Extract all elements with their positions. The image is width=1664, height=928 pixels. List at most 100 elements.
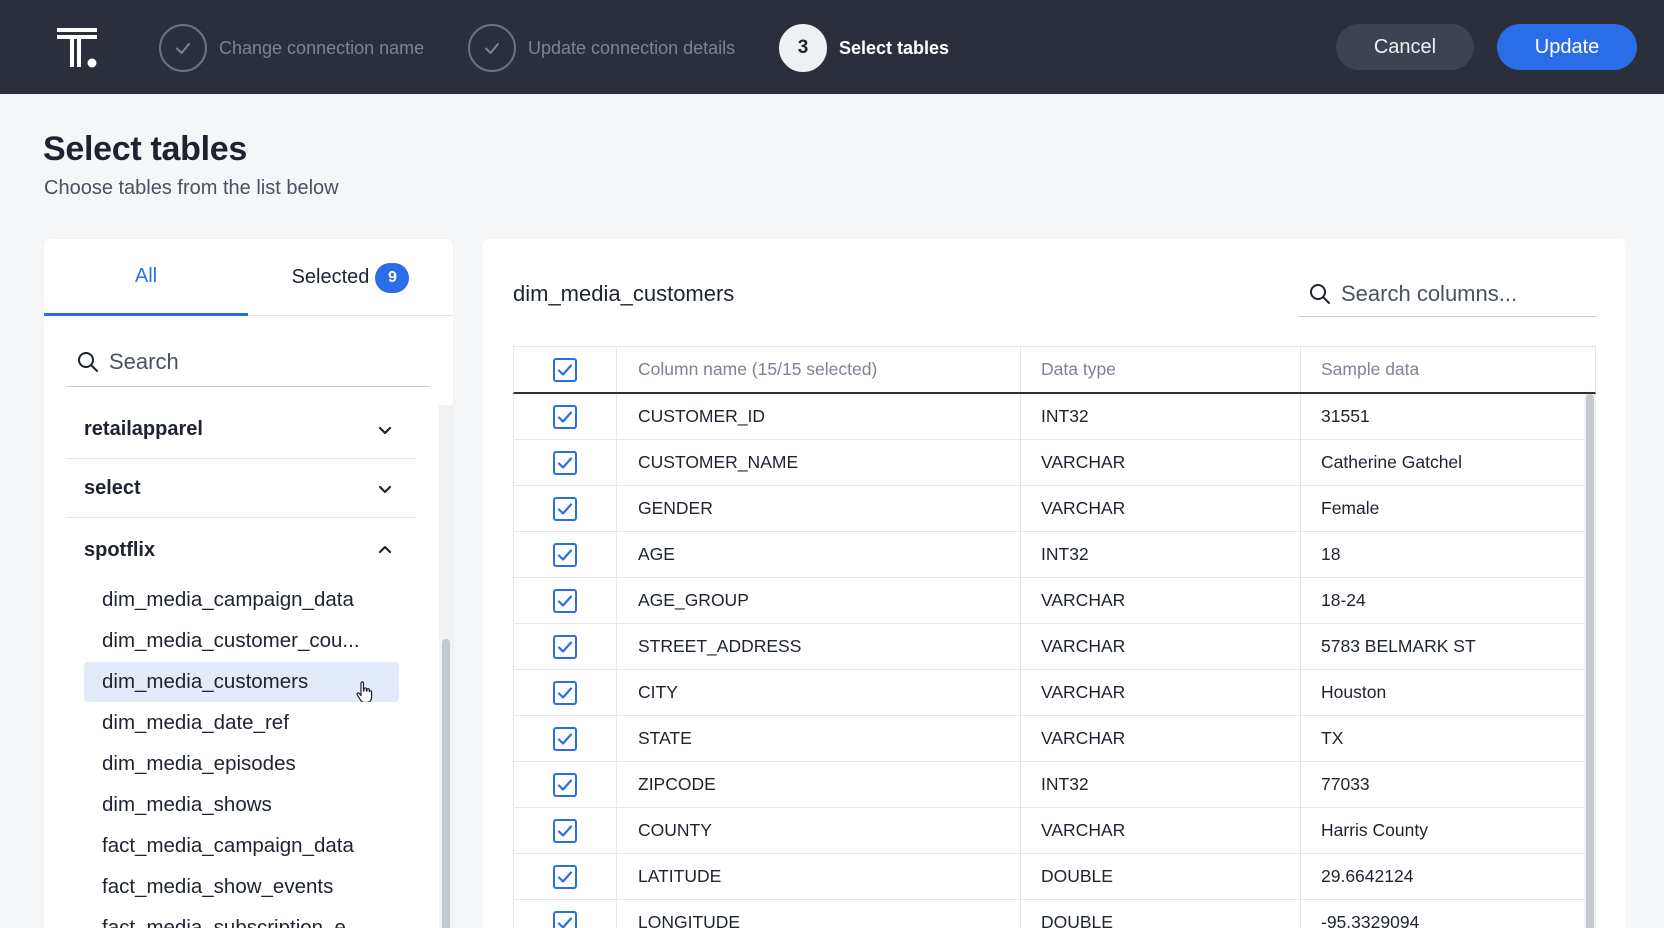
table-row[interactable]: CITY VARCHAR Houston bbox=[513, 670, 1596, 716]
checkmark-icon bbox=[557, 916, 573, 928]
column-name-cell: CITY bbox=[617, 670, 1021, 715]
sample-data-cell: 77033 bbox=[1321, 774, 1370, 794]
table-item[interactable]: dim_media_campaign_data bbox=[84, 580, 399, 620]
checkmark-icon bbox=[557, 410, 573, 423]
table-item[interactable]: dim_media_date_ref bbox=[84, 703, 399, 743]
sample-data-cell: 18-24 bbox=[1321, 590, 1366, 610]
table-search-input[interactable] bbox=[109, 348, 429, 375]
column-name-cell: LONGITUDE bbox=[617, 900, 1021, 928]
row-checkbox-cell bbox=[514, 532, 617, 577]
step-2: Update connection details bbox=[468, 24, 735, 72]
schema-group-spotflix[interactable]: spotflix bbox=[66, 521, 416, 579]
step-1-label: Change connection name bbox=[219, 37, 425, 58]
tab-all[interactable]: All bbox=[44, 239, 248, 316]
table-row[interactable]: LONGITUDE DOUBLE -95.3329094 bbox=[513, 900, 1596, 928]
selected-count-badge: 9 bbox=[375, 262, 410, 293]
chevron-down-icon bbox=[378, 485, 392, 493]
table-row[interactable]: LATITUDE DOUBLE 29.6642124 bbox=[513, 854, 1596, 900]
row-checkbox[interactable] bbox=[553, 910, 577, 928]
row-checkbox-cell bbox=[514, 762, 617, 807]
schema-group-label: select bbox=[84, 477, 141, 499]
hand-cursor-icon bbox=[356, 681, 373, 702]
table-item[interactable]: dim_media_episodes bbox=[84, 744, 399, 784]
column-name-cell: CUSTOMER_ID bbox=[617, 394, 1021, 439]
row-checkbox[interactable] bbox=[553, 404, 577, 429]
schema-tree: retailapparel select spotflix dim_media_… bbox=[44, 405, 439, 928]
search-icon bbox=[78, 351, 98, 372]
table-list-scroll-thumb[interactable] bbox=[442, 639, 450, 928]
table-row[interactable]: AGE INT32 18 bbox=[513, 532, 1596, 578]
columns-scroll-thumb[interactable] bbox=[1586, 394, 1594, 928]
table-row[interactable]: GENDER VARCHAR Female bbox=[513, 486, 1596, 532]
row-checkbox[interactable] bbox=[553, 772, 577, 797]
data-type-cell: VARCHAR bbox=[1021, 716, 1301, 761]
table-row[interactable]: STATE VARCHAR TX bbox=[513, 716, 1596, 762]
row-checkbox-cell bbox=[514, 900, 617, 928]
table-item-label: dim_media_customers bbox=[102, 670, 309, 693]
thoughtspot-logo-icon bbox=[57, 28, 97, 68]
data-type-cell: VARCHAR bbox=[1021, 440, 1301, 485]
schema-group-retailapparel[interactable]: retailapparel bbox=[66, 405, 416, 459]
row-checkbox-cell bbox=[514, 624, 617, 669]
header-column-name: Column name (15/15 selected) bbox=[617, 347, 1021, 392]
page-title: Select tables bbox=[43, 130, 247, 168]
select-all-checkbox[interactable] bbox=[553, 357, 577, 382]
table-item[interactable]: fact_media_show_events bbox=[84, 867, 399, 907]
column-search-input[interactable] bbox=[1341, 280, 1591, 307]
header-data-type: Data type bbox=[1021, 347, 1301, 392]
sample-data-cell: Houston bbox=[1321, 682, 1387, 702]
column-search bbox=[1299, 271, 1596, 317]
table-item[interactable]: dim_media_customer_cou... bbox=[84, 621, 399, 661]
row-checkbox[interactable] bbox=[553, 634, 577, 659]
step-1-check-icon bbox=[159, 24, 207, 72]
row-checkbox[interactable] bbox=[553, 542, 577, 567]
data-type-cell: VARCHAR bbox=[1021, 670, 1301, 715]
update-button[interactable]: Update bbox=[1497, 24, 1637, 70]
data-type-cell: VARCHAR bbox=[1021, 486, 1301, 531]
column-name-cell: ZIPCODE bbox=[617, 762, 1021, 807]
sample-data-cell: 18 bbox=[1321, 544, 1341, 564]
checkmark-icon bbox=[557, 824, 573, 837]
table-row[interactable]: AGE_GROUP VARCHAR 18-24 bbox=[513, 578, 1596, 624]
row-checkbox[interactable] bbox=[553, 726, 577, 751]
sample-data-cell: TX bbox=[1321, 728, 1344, 748]
table-item-active[interactable]: dim_media_customers bbox=[84, 662, 399, 702]
data-type-cell: VARCHAR bbox=[1021, 808, 1301, 853]
row-checkbox[interactable] bbox=[553, 496, 577, 521]
page-subtitle: Choose tables from the list below bbox=[44, 177, 339, 199]
schema-group-select[interactable]: select bbox=[66, 460, 416, 518]
select-all-cell bbox=[514, 347, 617, 392]
row-checkbox-cell bbox=[514, 394, 617, 439]
table-row[interactable]: ZIPCODE INT32 77033 bbox=[513, 762, 1596, 808]
step-1: Change connection name bbox=[159, 24, 424, 72]
table-item[interactable]: dim_media_shows bbox=[84, 785, 399, 825]
table-row[interactable]: STREET_ADDRESS VARCHAR 5783 BELMARK ST bbox=[513, 624, 1596, 670]
tab-selected-label: Selected bbox=[291, 266, 370, 288]
sample-data-cell: 5783 BELMARK ST bbox=[1321, 636, 1476, 656]
table-row[interactable]: COUNTY VARCHAR Harris County bbox=[513, 808, 1596, 854]
table-list-panel: All Selected 9 retailapparel select spot… bbox=[44, 239, 453, 928]
row-checkbox-cell bbox=[514, 670, 617, 715]
row-checkbox[interactable] bbox=[553, 864, 577, 889]
data-type-cell: INT32 bbox=[1021, 394, 1301, 439]
column-name-cell: GENDER bbox=[617, 486, 1021, 531]
row-checkbox[interactable] bbox=[553, 450, 577, 475]
row-checkbox[interactable] bbox=[553, 818, 577, 843]
data-type-cell: VARCHAR bbox=[1021, 578, 1301, 623]
table-item[interactable]: fact_media_subscription_e... bbox=[84, 908, 399, 928]
table-row[interactable]: CUSTOMER_NAME VARCHAR Catherine Gatchel bbox=[513, 440, 1596, 486]
row-checkbox-cell bbox=[514, 808, 617, 853]
cancel-button[interactable]: Cancel bbox=[1336, 24, 1474, 70]
checkmark-icon bbox=[557, 594, 573, 607]
tab-selected[interactable]: Selected 9 bbox=[248, 239, 453, 316]
row-checkbox[interactable] bbox=[553, 680, 577, 705]
checkmark-icon bbox=[557, 732, 573, 745]
checkmark-icon bbox=[557, 502, 573, 515]
row-checkbox-cell bbox=[514, 854, 617, 899]
table-row[interactable]: CUSTOMER_ID INT32 31551 bbox=[513, 394, 1596, 440]
sample-data-cell: 31551 bbox=[1321, 406, 1370, 426]
row-checkbox-cell bbox=[514, 486, 617, 531]
row-checkbox[interactable] bbox=[553, 588, 577, 613]
table-item[interactable]: fact_media_campaign_data bbox=[84, 826, 399, 866]
checkmark-icon bbox=[557, 548, 573, 561]
